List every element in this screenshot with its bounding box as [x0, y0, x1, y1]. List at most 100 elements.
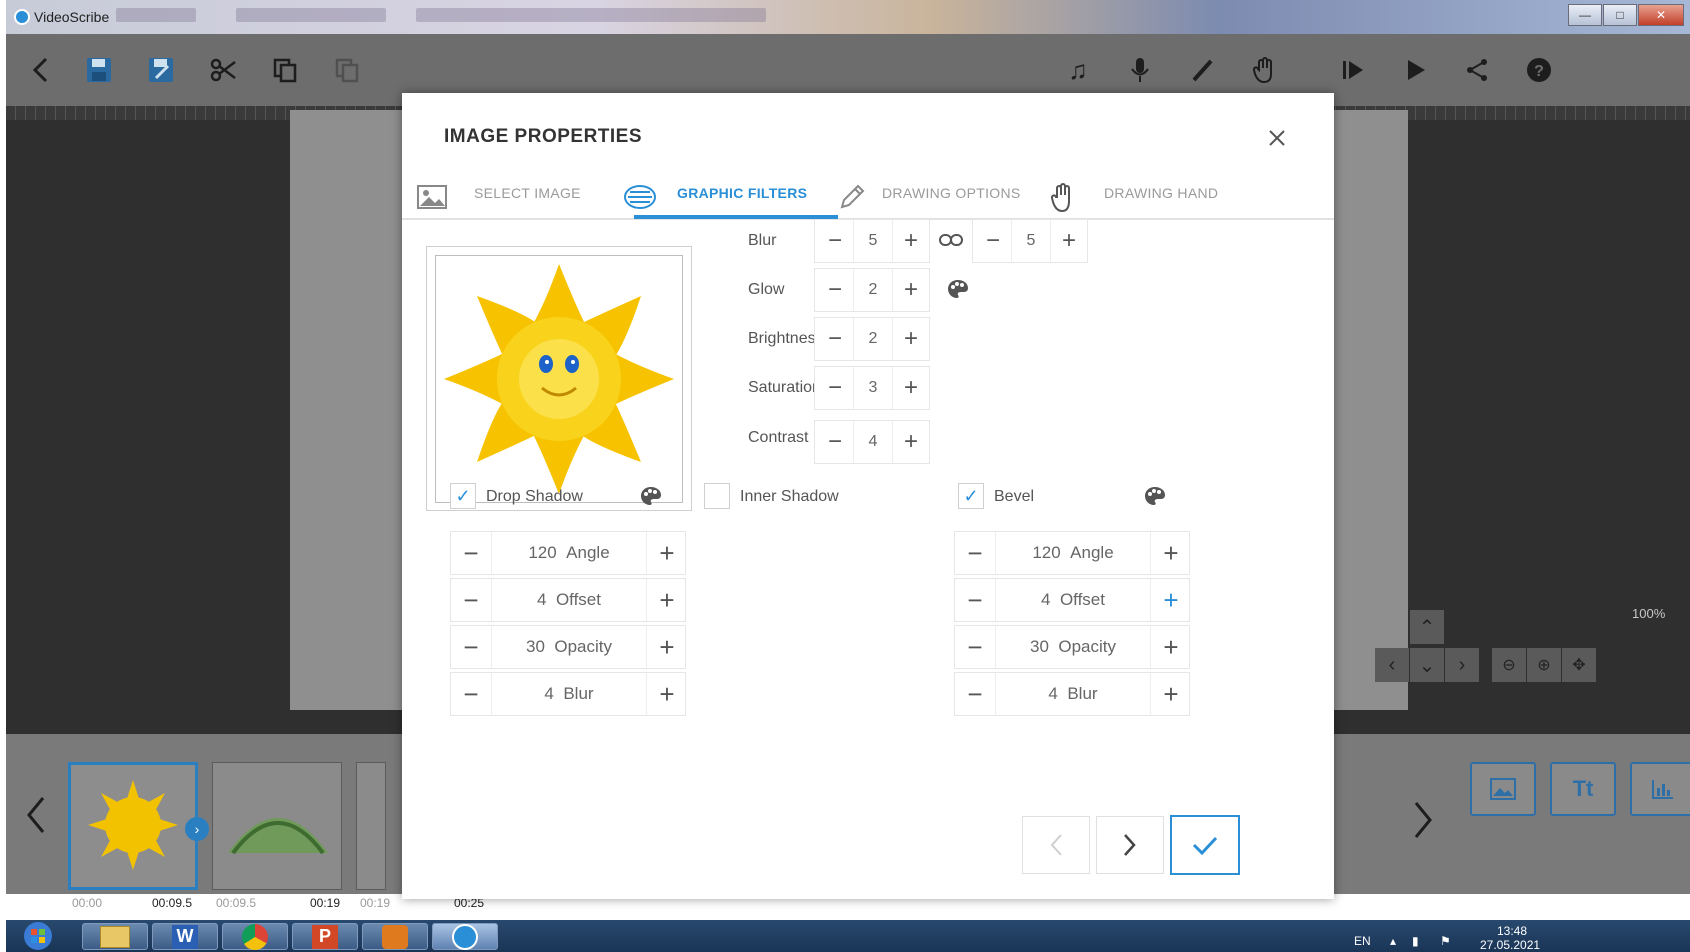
- filmstrip-next-icon[interactable]: [1405, 795, 1441, 845]
- save-icon[interactable]: [82, 53, 116, 87]
- play-icon[interactable]: [1398, 53, 1432, 87]
- pan-down-icon[interactable]: ⌄: [1410, 648, 1444, 682]
- add-text-button[interactable]: Tt: [1550, 762, 1616, 816]
- pan-left-icon[interactable]: ‹: [1375, 648, 1409, 682]
- image-icon[interactable]: [412, 177, 452, 217]
- drop-shadow-checkbox[interactable]: ✓: [450, 483, 476, 509]
- drop-shadow-opacity-decrease-button[interactable]: −: [451, 626, 491, 668]
- contrast-increase-button[interactable]: +: [891, 421, 931, 463]
- add-image-button[interactable]: [1470, 762, 1536, 816]
- glow-increase-button[interactable]: +: [891, 269, 931, 311]
- powerpoint-taskbar-icon[interactable]: P: [292, 923, 358, 950]
- back-icon[interactable]: [24, 53, 58, 87]
- link-icon[interactable]: [934, 225, 968, 255]
- tab-drawing-options[interactable]: DRAWING OPTIONS: [882, 185, 1021, 217]
- copy-icon[interactable]: [268, 53, 302, 87]
- drop-shadow-blur-increase-button[interactable]: +: [647, 673, 687, 715]
- glow-value[interactable]: 2: [853, 269, 893, 311]
- drop-shadow-opacity-increase-button[interactable]: +: [647, 626, 687, 668]
- fit-screen-icon[interactable]: ✥: [1562, 648, 1596, 682]
- bevel-offset-field[interactable]: 4 Offset: [995, 579, 1151, 621]
- saturation-value[interactable]: 3: [853, 367, 893, 409]
- bevel-opacity-increase-button[interactable]: +: [1151, 626, 1191, 668]
- microphone-icon[interactable]: [1123, 53, 1157, 87]
- filters-icon[interactable]: [620, 177, 660, 217]
- tab-drawing-hand[interactable]: DRAWING HAND: [1104, 185, 1218, 217]
- brightness-increase-button[interactable]: +: [891, 318, 931, 360]
- window-close-button[interactable]: ✕: [1638, 4, 1684, 26]
- bevel-opacity-decrease-button[interactable]: −: [955, 626, 995, 668]
- brightness-value[interactable]: 2: [853, 318, 893, 360]
- word-taskbar-icon[interactable]: W: [152, 923, 218, 950]
- pencil-icon[interactable]: [832, 177, 872, 217]
- tab-select-image[interactable]: SELECT IMAGE: [474, 185, 581, 217]
- chrome-taskbar-icon[interactable]: [222, 923, 288, 950]
- bevel-angle-field[interactable]: 120 Angle: [995, 532, 1151, 574]
- brightness-decrease-button[interactable]: −: [815, 318, 855, 360]
- videoscribe-taskbar-icon[interactable]: [432, 923, 498, 950]
- blur-y-decrease-button[interactable]: −: [973, 220, 1013, 262]
- bevel-angle-increase-button[interactable]: +: [1151, 532, 1191, 574]
- transition-icon[interactable]: ›: [185, 817, 209, 841]
- bevel-color-palette-icon[interactable]: [1142, 483, 1168, 509]
- drop-shadow-angle-field[interactable]: 120 Angle: [491, 532, 647, 574]
- drop-shadow-color-palette-icon[interactable]: [638, 483, 664, 509]
- zoom-out-icon[interactable]: ⊖: [1492, 648, 1526, 682]
- drop-shadow-angle-decrease-button[interactable]: −: [451, 532, 491, 574]
- drop-shadow-offset-decrease-button[interactable]: −: [451, 579, 491, 621]
- saturation-decrease-button[interactable]: −: [815, 367, 855, 409]
- blur-x-increase-button[interactable]: +: [891, 220, 931, 262]
- pan-up-icon[interactable]: ⌃: [1410, 610, 1444, 644]
- contrast-value[interactable]: 4: [853, 421, 893, 463]
- network-icon[interactable]: ▮: [1412, 934, 1419, 948]
- explorer-taskbar-icon[interactable]: [82, 923, 148, 950]
- close-icon[interactable]: [1262, 123, 1292, 153]
- saturation-increase-button[interactable]: +: [891, 367, 931, 409]
- drop-shadow-opacity-field[interactable]: 30 Opacity: [491, 626, 647, 668]
- hand-icon[interactable]: [1044, 177, 1084, 217]
- clock-date[interactable]: 27.05.2021: [1480, 938, 1540, 952]
- bevel-blur-increase-button[interactable]: +: [1151, 673, 1191, 715]
- maximize-button[interactable]: □: [1603, 4, 1637, 26]
- media-player-taskbar-icon[interactable]: [362, 923, 428, 950]
- bevel-offset-decrease-button[interactable]: −: [955, 579, 995, 621]
- start-button-icon[interactable]: [16, 920, 60, 952]
- glow-color-palette-icon[interactable]: [945, 276, 971, 302]
- drop-shadow-offset-increase-button[interactable]: +: [647, 579, 687, 621]
- minimize-button[interactable]: —: [1568, 4, 1602, 26]
- thumbnail-plant[interactable]: [212, 762, 342, 890]
- filmstrip-prev-icon[interactable]: [18, 790, 54, 840]
- pen-icon[interactable]: [1186, 53, 1220, 87]
- paste-icon[interactable]: [330, 53, 364, 87]
- previous-button[interactable]: [1022, 816, 1090, 874]
- drop-shadow-blur-decrease-button[interactable]: −: [451, 673, 491, 715]
- drop-shadow-angle-increase-button[interactable]: +: [647, 532, 687, 574]
- drop-shadow-blur-field[interactable]: 4 Blur: [491, 673, 647, 715]
- add-chart-button[interactable]: [1630, 762, 1690, 816]
- bevel-opacity-field[interactable]: 30 Opacity: [995, 626, 1151, 668]
- contrast-decrease-button[interactable]: −: [815, 421, 855, 463]
- help-icon[interactable]: ?: [1522, 53, 1556, 87]
- pan-right-icon[interactable]: ›: [1445, 648, 1479, 682]
- next-button[interactable]: [1096, 816, 1164, 874]
- blur-y-value[interactable]: 5: [1011, 220, 1051, 262]
- drop-shadow-offset-field[interactable]: 4 Offset: [491, 579, 647, 621]
- zoom-in-icon[interactable]: ⊕: [1527, 648, 1561, 682]
- bevel-blur-field[interactable]: 4 Blur: [995, 673, 1151, 715]
- bevel-angle-decrease-button[interactable]: −: [955, 532, 995, 574]
- blur-x-decrease-button[interactable]: −: [815, 220, 855, 262]
- music-icon[interactable]: ♫: [1061, 53, 1095, 87]
- inner-shadow-checkbox[interactable]: [704, 483, 730, 509]
- preview-icon[interactable]: [1336, 53, 1370, 87]
- thumbnail-partial[interactable]: [356, 762, 386, 890]
- blur-y-increase-button[interactable]: +: [1049, 220, 1089, 262]
- tray-expand-icon[interactable]: ▴: [1390, 934, 1396, 948]
- save-as-icon[interactable]: [144, 53, 178, 87]
- cut-icon[interactable]: [206, 53, 240, 87]
- clock-time[interactable]: 13:48: [1497, 924, 1527, 938]
- share-icon[interactable]: [1460, 53, 1494, 87]
- confirm-button[interactable]: [1170, 815, 1240, 875]
- glow-decrease-button[interactable]: −: [815, 269, 855, 311]
- action-center-icon[interactable]: ⚑: [1440, 934, 1451, 948]
- hand-icon[interactable]: [1248, 53, 1282, 87]
